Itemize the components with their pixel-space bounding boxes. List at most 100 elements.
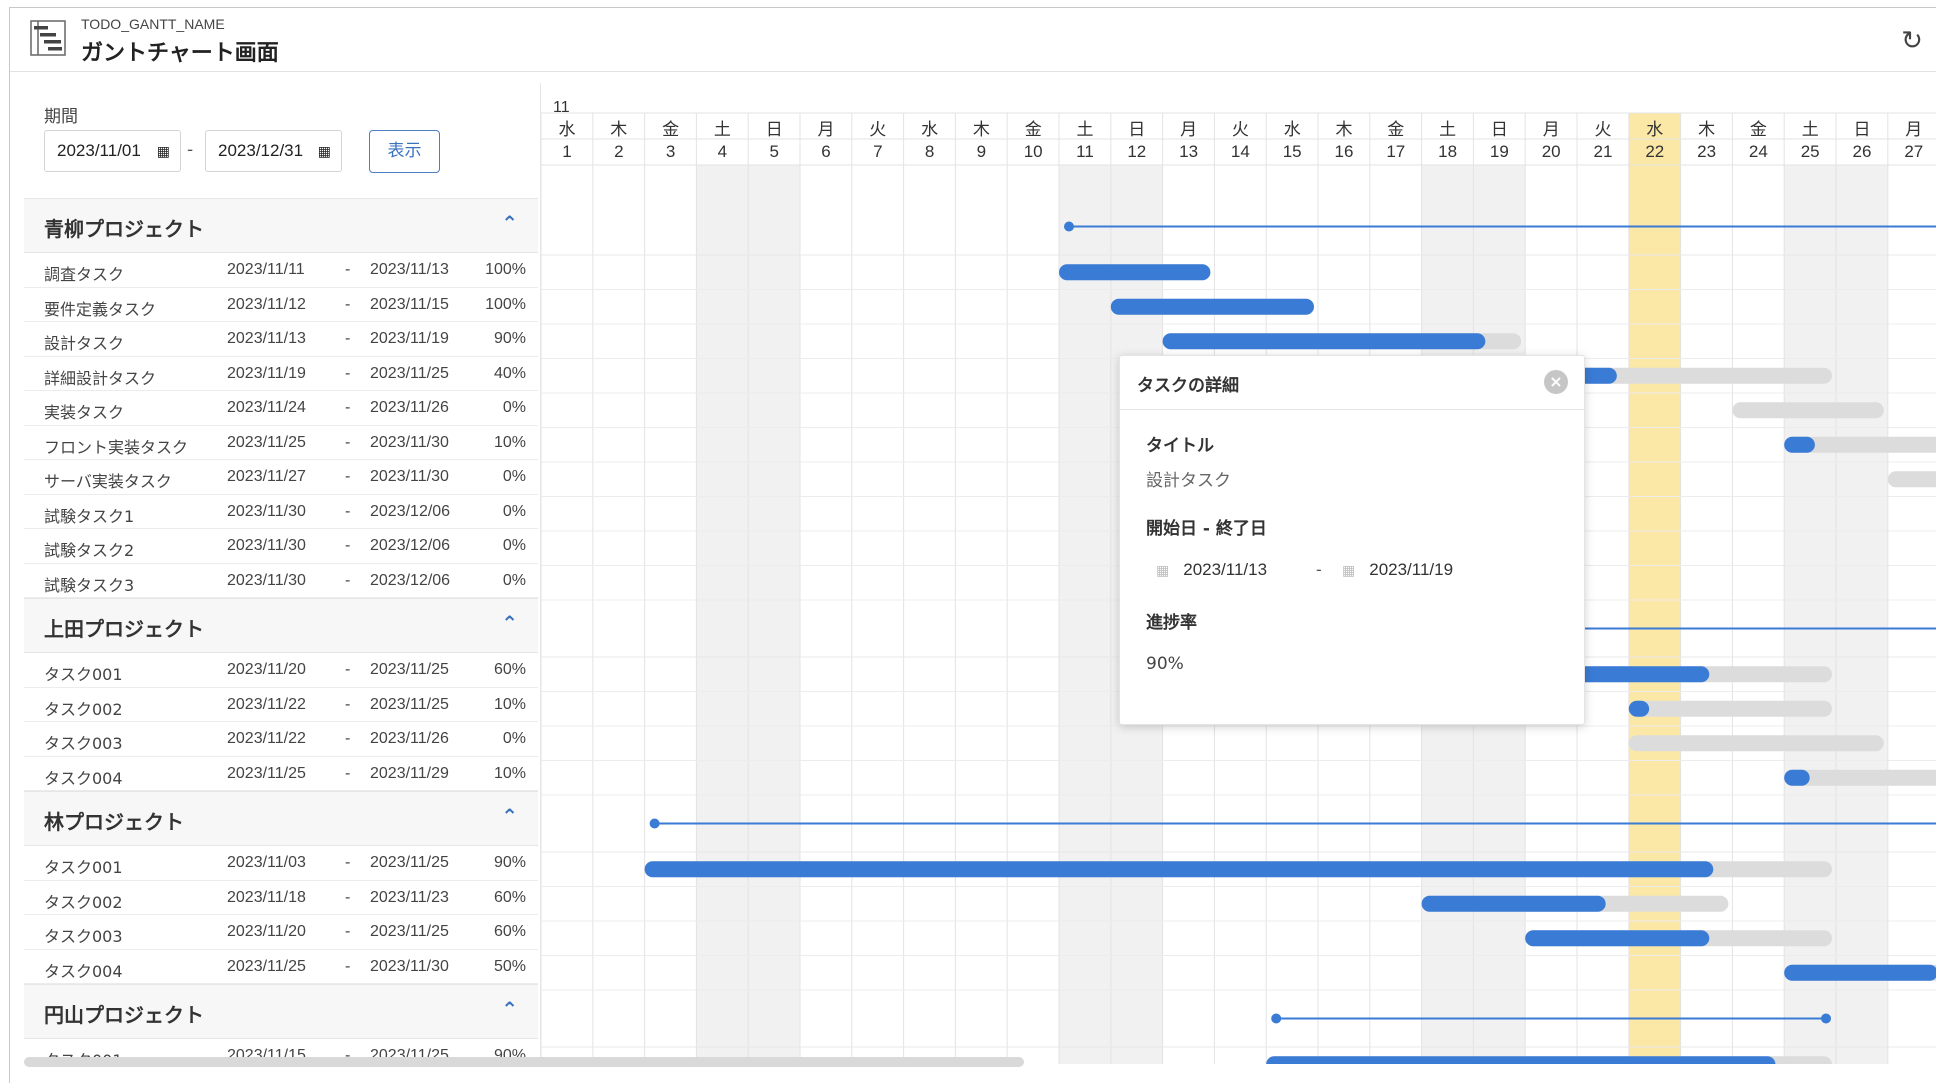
task-bar-progress [1266, 1056, 1776, 1064]
task-end-date: 2023/12/06 [370, 537, 451, 554]
chevron-up-icon[interactable]: ⌃ [501, 211, 518, 235]
day-label: 12 [1127, 142, 1147, 161]
day-label: 1 [562, 142, 572, 161]
task-date-separator: - [345, 854, 351, 871]
day-label: 14 [1230, 142, 1250, 161]
task-end-date: 2023/11/25 [370, 364, 449, 382]
popup-end-date[interactable]: ▦ 2023/11/19 [1342, 560, 1453, 580]
calendar-icon[interactable]: ▦ [318, 131, 331, 171]
task-row[interactable]: 実装タスク 2023/11/24 - 2023/11/26 0% [24, 391, 538, 426]
day-label: 15 [1282, 142, 1302, 161]
task-bar-progress [1525, 930, 1710, 947]
day-label: 7 [873, 142, 883, 161]
task-row[interactable]: フロント実装タスク 2023/11/25 - 2023/11/30 10% [24, 426, 538, 460]
show-button[interactable]: 表示 [369, 130, 440, 173]
weekday-label: 火 [1594, 120, 1612, 139]
task-row[interactable]: 試験タスク1 2023/11/30 - 2023/12/06 0% [24, 495, 538, 529]
task-row[interactable]: 試験タスク2 2023/11/30 - 2023/12/06 0% [24, 529, 538, 564]
popup-start-date[interactable]: ▦ 2023/11/13 [1156, 560, 1267, 580]
project-header[interactable]: 上田プロジェクト ⌃ [24, 598, 538, 653]
task-end-date: 2023/11/30 [370, 433, 449, 451]
task-end-date: 2023/11/29 [370, 764, 449, 782]
start-date-input[interactable]: 2023/11/01 ▦ [44, 130, 181, 172]
task-progress: 0% [502, 502, 526, 520]
task-end-date: 2023/11/25 [370, 695, 449, 713]
task-row[interactable]: サーバ実装タスク 2023/11/27 - 2023/11/30 0% [24, 460, 538, 495]
chevron-up-icon[interactable]: ⌃ [501, 997, 518, 1021]
task-date-separator: - [345, 433, 351, 451]
task-start-date: 2023/11/30 [227, 571, 306, 589]
task-row[interactable]: 要件定義タスク 2023/11/12 - 2023/11/15 100% [24, 288, 538, 322]
task-row[interactable]: 設計タスク 2023/11/13 - 2023/11/19 90% [24, 322, 538, 357]
day-label: 10 [1023, 142, 1043, 161]
day-label: 24 [1748, 142, 1768, 161]
weekday-label: 火 [869, 120, 887, 139]
popup-end-date-value: 2023/11/19 [1369, 560, 1454, 579]
task-row[interactable]: タスク002 2023/11/18 - 2023/11/23 60% [24, 881, 538, 915]
weekday-label: 日 [1128, 120, 1146, 139]
task-row[interactable]: タスク003 2023/11/20 - 2023/11/25 60% [24, 915, 538, 950]
task-bar-track [1732, 402, 1884, 419]
task-end-date: 2023/11/25 [370, 923, 449, 940]
task-list-panel: 期間 2023/11/01 ▦ - 2023/12/31 ▦ 表示 青柳プロジェ… [24, 78, 538, 1064]
task-detail-popup: タスクの詳細 × タイトル 設計タスク 開始日 - 終了日 ▦ 2023/11/1… [1119, 355, 1585, 725]
task-progress: 10% [493, 764, 526, 782]
project-header[interactable]: 林プロジェクト ⌃ [24, 791, 538, 846]
task-start-date: 2023/11/22 [227, 695, 306, 713]
weekday-label: 日 [765, 120, 783, 139]
task-name: 詳細設計タスク [44, 368, 157, 388]
project-end-marker [1821, 1013, 1831, 1024]
close-icon[interactable]: × [1544, 370, 1568, 394]
task-date-separator: - [345, 661, 351, 678]
weekend-column [696, 165, 749, 1064]
weekday-label: 土 [1801, 120, 1819, 139]
task-row[interactable]: 試験タスク3 2023/11/30 - 2023/12/06 0% [24, 564, 538, 598]
day-label: 17 [1386, 142, 1406, 161]
task-start-date: 2023/11/18 [227, 888, 306, 906]
weekday-label: 金 [662, 120, 680, 139]
horizontal-scrollbar[interactable] [24, 1057, 1024, 1067]
task-end-date: 2023/11/30 [370, 957, 449, 975]
chevron-up-icon[interactable]: ⌃ [501, 611, 518, 635]
weekend-column [748, 165, 800, 1064]
task-end-date: 2023/11/26 [370, 730, 449, 747]
page-title: ガントチャート画面 [81, 41, 279, 66]
task-progress: 60% [493, 923, 526, 940]
project-name: 上田プロジェクト [44, 617, 204, 641]
task-row[interactable]: 調査タスク 2023/11/11 - 2023/11/13 100% [24, 253, 538, 288]
progress-label: 進捗率 [1146, 613, 1197, 633]
weekday-label: 木 [1335, 120, 1353, 139]
day-label: 25 [1800, 142, 1820, 161]
task-row[interactable]: タスク003 2023/11/22 - 2023/11/26 0% [24, 722, 538, 757]
project-header[interactable]: 円山プロジェクト ⌃ [24, 984, 538, 1039]
task-bar-progress [1421, 895, 1606, 912]
task-row[interactable]: タスク004 2023/11/25 - 2023/11/29 10% [24, 757, 538, 791]
task-progress: 100% [485, 295, 526, 313]
calendar-icon[interactable]: ▦ [157, 131, 170, 171]
app-header: TODO_GANTT_NAME ガントチャート画面 ↻ [10, 8, 1936, 72]
task-row[interactable]: タスク001 2023/11/03 - 2023/11/25 90% [24, 846, 538, 881]
task-row[interactable]: タスク004 2023/11/25 - 2023/11/30 50% [24, 950, 538, 984]
task-row[interactable]: 詳細設計タスク 2023/11/19 - 2023/11/25 40% [24, 357, 538, 391]
task-bar-progress [1059, 264, 1211, 281]
dates-label: 開始日 - 終了日 [1146, 519, 1267, 539]
end-date-input[interactable]: 2023/12/31 ▦ [205, 130, 342, 172]
task-date-separator: - [345, 695, 351, 713]
refresh-icon[interactable]: ↻ [1897, 26, 1927, 56]
task-start-date: 2023/11/20 [227, 661, 306, 678]
task-row[interactable]: タスク002 2023/11/22 - 2023/11/25 10% [24, 688, 538, 722]
popup-date-separator: - [1316, 560, 1322, 579]
task-name: タスク004 [44, 768, 123, 788]
weekday-label: 火 [1231, 120, 1249, 139]
task-progress: 10% [493, 433, 526, 451]
chevron-up-icon[interactable]: ⌃ [501, 804, 518, 828]
task-row[interactable]: タスク001 2023/11/20 - 2023/11/25 60% [24, 653, 538, 688]
task-start-date: 2023/11/20 [227, 923, 306, 940]
task-progress: 50% [493, 957, 526, 975]
project-header[interactable]: 青柳プロジェクト ⌃ [24, 198, 538, 253]
popup-title: タスクの詳細 [1137, 376, 1239, 396]
weekday-label: 日 [1853, 120, 1871, 139]
day-label: 18 [1438, 142, 1458, 161]
task-date-separator: - [345, 468, 351, 485]
weekday-label: 水 [558, 120, 576, 139]
